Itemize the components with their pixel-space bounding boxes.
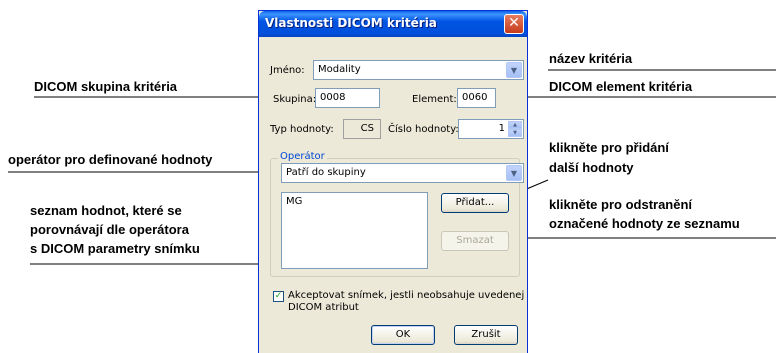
spinner-arrows[interactable]: ▲ ▼	[508, 121, 522, 137]
list-item[interactable]: MG	[286, 196, 423, 207]
annotation-dicom-element: DICOM element kritéria	[549, 79, 693, 94]
name-label: Jméno:	[270, 65, 305, 76]
value-type-value: CS	[360, 123, 374, 134]
accept-checkbox-line1: Akceptovat snímek, jestli neobsahuje uve…	[288, 290, 525, 301]
cancel-button[interactable]: Zrušit	[454, 325, 518, 345]
close-button[interactable]: ✕	[504, 14, 524, 34]
spinner-up-icon[interactable]: ▲	[508, 121, 522, 129]
accept-checkbox-line2: DICOM atribut	[288, 302, 359, 313]
annotation-add-line1: klikněte pro přidání	[549, 140, 669, 155]
element-label: Element:	[412, 94, 457, 105]
accept-checkbox[interactable]: ✓	[273, 291, 284, 302]
title-bar[interactable]: Vlastnosti DICOM kritéria ✕	[259, 11, 527, 37]
annotation-add-line2: další hodnoty	[549, 160, 634, 175]
annotation-values-line2: porovnávají dle operátora	[30, 222, 189, 237]
dialog-title: Vlastnosti DICOM kritéria	[265, 16, 437, 30]
element-value: 0060	[462, 92, 488, 103]
name-value: Modality	[318, 64, 361, 75]
operator-group-label: Operátor	[278, 151, 327, 162]
chevron-down-icon[interactable]: ▼	[506, 62, 522, 78]
annotation-operator: operátor pro definované hodnoty	[8, 152, 213, 167]
annotation-dicom-group: DICOM skupina kritéria	[34, 79, 178, 94]
annotation-remove-line2: označené hodnoty ze seznamu	[549, 216, 740, 231]
value-count-label: Číslo hodnoty:	[388, 124, 459, 135]
name-dropdown[interactable]: Modality ▼	[313, 60, 524, 80]
value-count-value: 1	[498, 123, 505, 134]
delete-button[interactable]: Smazat	[441, 231, 509, 251]
dicom-criterion-dialog: Vlastnosti DICOM kritéria ✕ Jméno: Modal…	[258, 10, 528, 353]
values-listbox[interactable]: MG	[281, 192, 428, 269]
annotation-criterion-name: název kritéria	[549, 51, 633, 66]
value-count-spinner[interactable]: 1 ▲ ▼	[458, 119, 524, 139]
annotation-remove-line1: klikněte pro odstranění	[549, 197, 693, 212]
accept-checkbox-label: Akceptovat snímek, jestli neobsahuje uve…	[288, 290, 524, 314]
group-field[interactable]: 0008	[315, 88, 380, 108]
value-type-field: CS	[343, 119, 381, 139]
ok-button[interactable]: OK	[371, 325, 435, 345]
annotation-values-line1: seznam hodnot, které se	[30, 203, 182, 218]
group-label: Skupina:	[273, 94, 317, 105]
group-value: 0008	[320, 92, 346, 103]
element-field[interactable]: 0060	[457, 88, 496, 108]
add-button[interactable]: Přidat...	[441, 193, 509, 213]
close-icon: ✕	[508, 15, 520, 31]
operator-dropdown[interactable]: Patří do skupiny ▼	[281, 163, 524, 183]
annotation-values-line3: s DICOM parametry snímku	[30, 241, 200, 256]
chevron-down-icon[interactable]: ▼	[506, 165, 522, 181]
spinner-down-icon[interactable]: ▼	[508, 129, 522, 137]
value-type-label: Typ hodnoty:	[270, 124, 334, 135]
operator-value: Patří do skupiny	[286, 167, 366, 178]
